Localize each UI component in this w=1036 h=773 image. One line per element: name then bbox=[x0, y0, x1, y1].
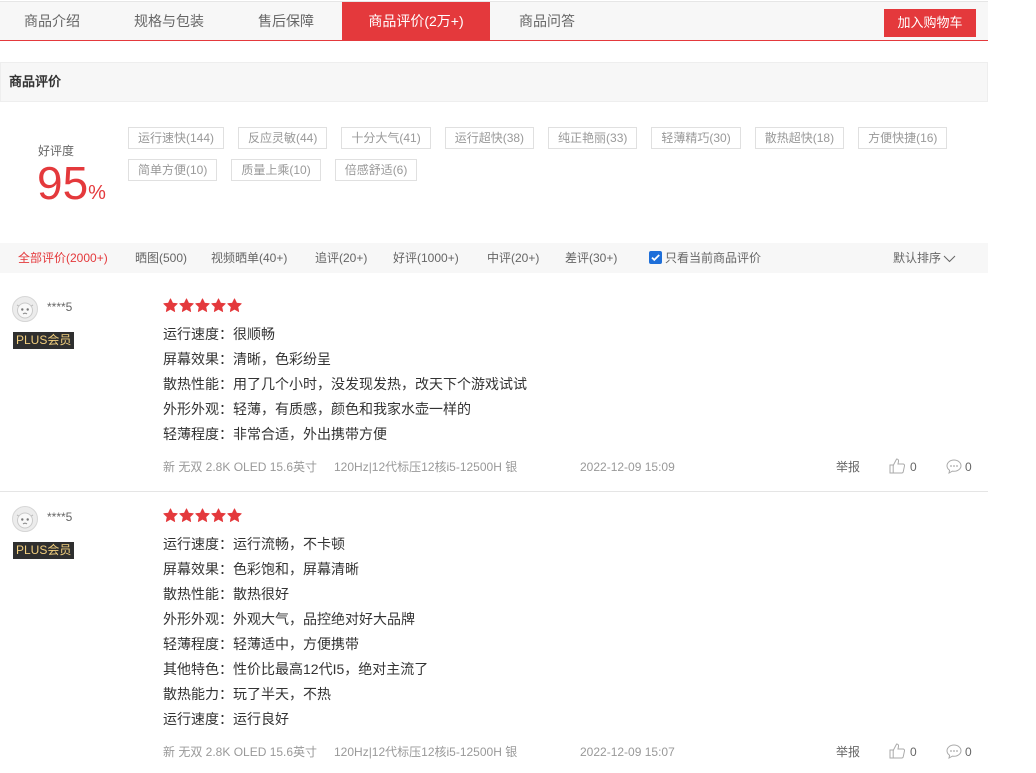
section-title: 商品评价 bbox=[9, 74, 62, 89]
section-header: 商品评价 bbox=[0, 62, 988, 102]
review-line: 外形外观：外观大气，品控绝对好大品牌 bbox=[163, 611, 415, 627]
review-tag[interactable]: 运行速快(144) bbox=[128, 127, 225, 149]
product-variant-spec: 新 无双 2.8K OLED 15.6英寸 bbox=[163, 460, 318, 474]
review-line: 外形外观：轻薄，有质感，颜色和我家水壶一样的 bbox=[163, 401, 471, 417]
tab-specs-packaging[interactable]: 规格与包装 bbox=[117, 2, 221, 40]
checkmark-icon bbox=[651, 254, 660, 262]
like-count: 0 bbox=[910, 745, 917, 759]
star-rating bbox=[163, 298, 983, 313]
comment-button[interactable]: 0 bbox=[946, 742, 980, 762]
product-config-spec: 120Hz|12代标压12核i5-12500H 银 bbox=[334, 745, 518, 759]
comment-count: 0 bbox=[965, 460, 972, 474]
star-icon bbox=[163, 298, 178, 312]
review-tag[interactable]: 质量上乘(10) bbox=[231, 159, 321, 181]
review-tag[interactable]: 倍感舒适(6) bbox=[334, 159, 418, 181]
star-icon bbox=[179, 298, 194, 312]
comment-count: 0 bbox=[965, 745, 972, 759]
username: ****5 bbox=[47, 300, 73, 314]
user-avatar bbox=[12, 506, 38, 532]
positive-rate-value: 95% bbox=[37, 160, 106, 216]
star-icon bbox=[211, 298, 226, 312]
comment-icon bbox=[946, 459, 962, 474]
plus-member-badge: PLUS会员 bbox=[13, 542, 75, 559]
chevron-down-icon bbox=[943, 255, 956, 263]
star-icon bbox=[195, 298, 210, 312]
username: ****5 bbox=[47, 510, 73, 524]
review-tag[interactable]: 轻薄精巧(30) bbox=[651, 127, 741, 149]
review-line: 运行速度：很顺畅 bbox=[163, 326, 275, 342]
review-line: 散热性能：用了几个小时，没发现发热，改天下个游戏试试 bbox=[163, 376, 527, 392]
filter-neutral[interactable]: 中评(20+) bbox=[487, 243, 539, 273]
sort-label: 默认排序 bbox=[893, 251, 942, 265]
product-tab-bar: 商品介绍 规格与包装 售后保障 商品评价(2万+) 商品问答 bbox=[0, 1, 988, 41]
sort-dropdown[interactable]: 默认排序 bbox=[893, 243, 957, 273]
filter-follow-up[interactable]: 追评(20+) bbox=[315, 243, 367, 273]
review-meta: 新 无双 2.8K OLED 15.6英寸 120Hz|12代标压12核i5-1… bbox=[163, 742, 983, 762]
review-line: 其他特色：性价比最高12代I5，绝对主流了 bbox=[163, 661, 429, 677]
like-button[interactable]: 0 bbox=[889, 457, 923, 477]
plus-member-badge: PLUS会员 bbox=[13, 332, 75, 349]
review-line: 屏幕效果：清晰，色彩纷呈 bbox=[163, 351, 331, 367]
review-tag[interactable]: 散热超快(18) bbox=[754, 127, 845, 149]
review-tag[interactable]: 反应灵敏(44) bbox=[238, 127, 328, 149]
add-to-cart-button[interactable]: 加入购物车 bbox=[884, 9, 976, 37]
filter-with-photos[interactable]: 晒图(500) bbox=[135, 243, 187, 273]
positive-rate-number: 95 bbox=[37, 157, 89, 209]
star-icon bbox=[227, 298, 242, 312]
review-tag[interactable]: 运行超快(38) bbox=[444, 127, 535, 149]
star-icon bbox=[195, 508, 210, 522]
filter-positive[interactable]: 好评(1000+) bbox=[393, 243, 459, 273]
tab-reviews[interactable]: 商品评价(2万+) bbox=[342, 2, 490, 40]
like-count: 0 bbox=[910, 460, 917, 474]
positive-rate-unit: % bbox=[88, 182, 106, 204]
filter-negative[interactable]: 差评(30+) bbox=[565, 243, 617, 273]
star-icon bbox=[163, 508, 178, 522]
review-filter-bar: 全部评价(2000+) 晒图(500) 视频晒单(40+) 追评(20+) 好评… bbox=[0, 243, 988, 273]
comment-icon bbox=[946, 744, 962, 759]
product-variant-spec: 新 无双 2.8K OLED 15.6英寸 bbox=[163, 745, 318, 759]
star-icon bbox=[179, 508, 194, 522]
tab-after-sales[interactable]: 售后保障 bbox=[234, 2, 338, 40]
report-link[interactable]: 举报 bbox=[836, 742, 860, 762]
star-icon bbox=[211, 508, 226, 522]
user-avatar bbox=[12, 296, 38, 322]
default-avatar-icon bbox=[12, 506, 38, 532]
tab-product-intro[interactable]: 商品介绍 bbox=[0, 2, 104, 40]
review-line: 运行速度：运行良好 bbox=[163, 711, 289, 727]
review-tag[interactable]: 方便快捷(16) bbox=[858, 127, 948, 149]
only-current-label[interactable]: 只看当前商品评价 bbox=[665, 243, 761, 273]
default-avatar-icon bbox=[12, 296, 38, 322]
only-current-checkbox[interactable] bbox=[649, 251, 662, 264]
review-tag-list: 运行速快(144) 反应灵敏(44) 十分大气(41) 运行超快(38) 纯正艳… bbox=[128, 127, 968, 181]
comment-button[interactable]: 0 bbox=[946, 457, 980, 477]
review-line: 轻薄程度：轻薄适中，方便携带 bbox=[163, 636, 359, 652]
review-text: 运行速度：运行流畅，不卡顿 屏幕效果：色彩饱和，屏幕清晰 散热性能：散热很好 外… bbox=[163, 532, 983, 732]
filter-video[interactable]: 视频晒单(40+) bbox=[211, 243, 287, 273]
like-button[interactable]: 0 bbox=[889, 742, 923, 762]
review-item: ****5 PLUS会员 运行速度：运行流畅，不卡顿 屏幕效果：色彩饱和，屏幕清… bbox=[0, 492, 988, 773]
review-timestamp: 2022-12-09 15:07 bbox=[580, 745, 675, 759]
star-rating bbox=[163, 508, 983, 523]
review-line: 运行速度：运行流畅，不卡顿 bbox=[163, 536, 345, 552]
review-tag[interactable]: 简单方便(10) bbox=[128, 159, 218, 181]
filter-all[interactable]: 全部评价(2000+) bbox=[18, 243, 108, 273]
report-link[interactable]: 举报 bbox=[836, 457, 860, 477]
thumbs-up-icon bbox=[889, 458, 906, 474]
review-line: 轻薄程度：非常合适，外出携带方便 bbox=[163, 426, 387, 442]
review-item: ****5 PLUS会员 运行速度：很顺畅 屏幕效果：清晰，色彩纷呈 散热性能：… bbox=[0, 282, 988, 491]
review-timestamp: 2022-12-09 15:09 bbox=[580, 460, 675, 474]
review-line: 散热性能：散热很好 bbox=[163, 586, 289, 602]
review-meta: 新 无双 2.8K OLED 15.6英寸 120Hz|12代标压12核i5-1… bbox=[163, 457, 983, 477]
review-content: 运行速度：很顺畅 屏幕效果：清晰，色彩纷呈 散热性能：用了几个小时，没发现发热，… bbox=[163, 298, 983, 477]
review-tag[interactable]: 十分大气(41) bbox=[341, 127, 431, 149]
star-icon bbox=[227, 508, 242, 522]
review-content: 运行速度：运行流畅，不卡顿 屏幕效果：色彩饱和，屏幕清晰 散热性能：散热很好 外… bbox=[163, 508, 983, 762]
review-line: 屏幕效果：色彩饱和，屏幕清晰 bbox=[163, 561, 359, 577]
thumbs-up-icon bbox=[889, 743, 906, 759]
review-tag[interactable]: 纯正艳丽(33) bbox=[548, 127, 638, 149]
tab-questions[interactable]: 商品问答 bbox=[495, 2, 599, 40]
review-line: 散热能力：玩了半天，不热 bbox=[163, 686, 331, 702]
review-text: 运行速度：很顺畅 屏幕效果：清晰，色彩纷呈 散热性能：用了几个小时，没发现发热，… bbox=[163, 322, 983, 447]
product-config-spec: 120Hz|12代标压12核i5-12500H 银 bbox=[334, 460, 518, 474]
